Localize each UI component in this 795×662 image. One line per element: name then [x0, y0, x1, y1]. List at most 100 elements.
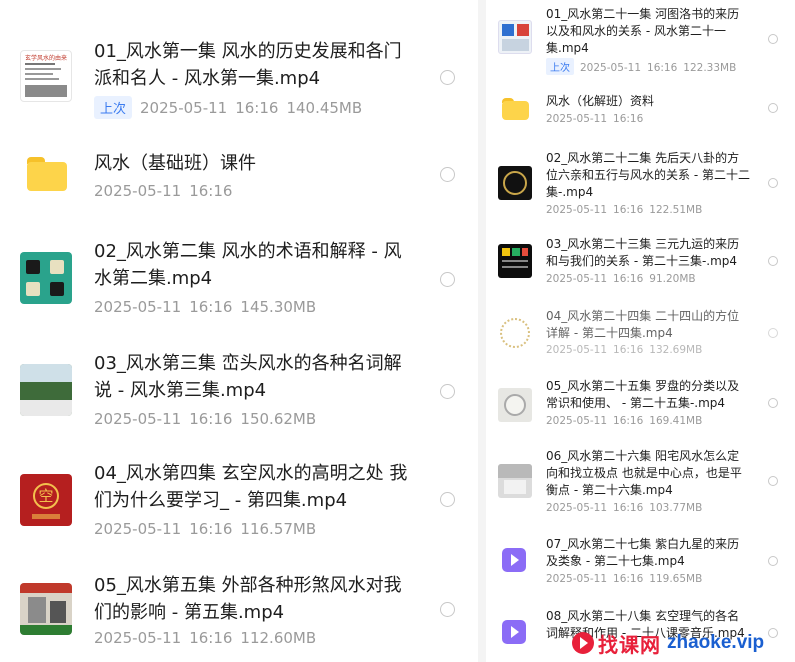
file-size: 103.77MB [649, 502, 703, 514]
file-date: 2025-05-11 [546, 113, 608, 125]
last-watched-badge: 上次 [546, 58, 574, 75]
file-title: 06_风水第二十六集 阳宅风水怎么定向和找立极点 也就是中心点，也是平衡点 - … [546, 449, 742, 497]
file-meta: 2025-05-11 16:16 132.69MB [546, 344, 708, 356]
folder-title: 风水（化解班）资料 [546, 94, 655, 108]
file-time: 16:16 [613, 573, 644, 585]
file-date: 2025-05-11 [546, 273, 608, 285]
file-meta: 上次 2025-05-11 16:16 140.45MB [94, 96, 370, 119]
select-radio[interactable] [440, 384, 455, 399]
file-date: 2025-05-11 [94, 410, 182, 428]
select-radio[interactable] [440, 492, 455, 507]
file-size: 145.30MB [240, 298, 317, 316]
file-meta: 2025-05-11 16:16 112.60MB [94, 629, 324, 647]
file-date: 2025-05-11 [94, 298, 182, 316]
file-title: 03_风水第二十三集 三元九运的来历和与我们的关系 - 第二十三集-.mp4 [546, 237, 740, 268]
file-time: 16:16 [647, 62, 678, 74]
file-time: 16:16 [189, 520, 233, 538]
file-date: 2025-05-11 [94, 520, 182, 538]
folder-title: 风水（基础班）课件 [94, 153, 256, 174]
list-item[interactable]: 03_风水第三集 峦头风水的各种名词解说 - 风水第三集.mp4 2025-05… [0, 342, 478, 462]
select-radio[interactable] [440, 70, 455, 85]
select-radio[interactable] [768, 256, 778, 266]
select-radio[interactable] [768, 628, 778, 638]
file-title: 02_风水第二集 风水的术语和解释 - 风水第二集.mp4 [94, 241, 402, 289]
file-size: 91.20MB [649, 273, 696, 285]
file-title: 01_风水第二十一集 河图洛书的来历以及和风水的关系 - 风水第二十一集.mp4 [546, 7, 740, 55]
thumbnail-caption: 玄学风水的由来 [24, 55, 67, 62]
file-date: 2025-05-11 [546, 502, 608, 514]
file-title: 02_风水第二十二集 先后天八卦的方位六亲和五行与风水的关系 - 第二十二集-.… [546, 151, 750, 199]
file-date: 2025-05-11 [546, 204, 608, 216]
select-radio[interactable] [440, 167, 455, 182]
select-radio[interactable] [768, 556, 778, 566]
file-time: 16:16 [613, 273, 644, 285]
video-thumbnail [498, 244, 532, 278]
file-size: 132.69MB [649, 344, 703, 356]
file-size: 169.41MB [649, 415, 703, 427]
file-meta: 2025-05-11 16:16 [546, 113, 649, 125]
file-meta: 2025-05-11 16:16 122.51MB [546, 204, 708, 216]
list-item[interactable]: 风水（化解班）资料 2025-05-11 16:16 [486, 88, 795, 134]
list-item[interactable]: 04_风水第二十四集 二十四山的方位详解 - 第二十四集.mp4 2025-05… [486, 306, 795, 362]
file-time: 16:16 [613, 344, 644, 356]
file-time: 16:16 [235, 99, 279, 117]
list-item[interactable]: 03_风水第二十三集 三元九运的来历和与我们的关系 - 第二十三集-.mp4 2… [486, 234, 795, 290]
select-radio[interactable] [768, 398, 778, 408]
video-thumbnail: 玄学风水的由来 [20, 50, 72, 102]
right-file-list: 01_风水第二十一集 河图洛书的来历以及和风水的关系 - 风水第二十一集.mp4… [486, 0, 795, 662]
select-radio[interactable] [768, 34, 778, 44]
file-meta: 2025-05-11 16:16 91.20MB [546, 273, 702, 285]
file-time: 16:16 [613, 113, 644, 125]
video-thumbnail [20, 583, 72, 635]
video-thumbnail [498, 20, 532, 54]
left-file-list: 玄学风水的由来 01_风水第一集 风水的历史发展和各门派和名人 - 风水第一集.… [0, 0, 478, 662]
select-radio[interactable] [440, 602, 455, 617]
list-item[interactable]: 空 04_风水第四集 玄空风水的高明之处 我们为什么要学习_ - 第四集.mp4… [0, 454, 478, 574]
list-item[interactable]: 02_风水第二十二集 先后天八卦的方位六亲和五行与风水的关系 - 第二十二集-.… [486, 148, 795, 220]
list-item[interactable]: 02_风水第二集 风水的术语和解释 - 风水第二集.mp4 2025-05-11… [0, 230, 478, 350]
panel-divider [478, 0, 486, 662]
file-title: 05_风水第二十五集 罗盘的分类以及常识和使用、 - 第二十五集-.mp4 [546, 379, 740, 410]
file-title: 03_风水第三集 峦头风水的各种名词解说 - 风水第三集.mp4 [94, 353, 402, 401]
select-radio[interactable] [768, 476, 778, 486]
file-size: 116.57MB [240, 520, 317, 538]
file-date: 2025-05-11 [546, 573, 608, 585]
select-radio[interactable] [768, 328, 778, 338]
watermark-url: zhaoke.vip [667, 632, 765, 653]
file-size: 122.33MB [683, 62, 737, 74]
list-item[interactable]: 05_风水第二十五集 罗盘的分类以及常识和使用、 - 第二十五集-.mp4 20… [486, 376, 795, 432]
file-title: 07_风水第二十七集 紫白九星的来历及类象 - 第二十七集.mp4 [546, 537, 740, 568]
watermark: 找课网 zhaoke.vip [572, 628, 764, 658]
list-item[interactable]: 06_风水第二十六集 阳宅风水怎么定向和找立极点 也就是中心点，也是平衡点 - … [486, 446, 795, 518]
file-size: 112.60MB [240, 629, 317, 647]
list-item[interactable]: 01_风水第二十一集 河图洛书的来历以及和风水的关系 - 风水第二十一集.mp4… [486, 4, 795, 76]
select-radio[interactable] [440, 272, 455, 287]
video-thumbnail [498, 388, 532, 422]
file-time: 16:16 [189, 629, 233, 647]
file-meta: 2025-05-11 16:16 [94, 182, 240, 200]
file-meta: 上次 2025-05-11 16:16 122.33MB [546, 58, 742, 75]
watermark-brand: 找课网 [598, 632, 661, 657]
list-item[interactable]: 05_风水第五集 外部各种形煞风水对我们的影响 - 第五集.mp4 2025-0… [0, 566, 478, 662]
file-title: 05_风水第五集 外部各种形煞风水对我们的影响 - 第五集.mp4 [94, 575, 402, 623]
select-radio[interactable] [768, 103, 778, 113]
select-radio[interactable] [768, 178, 778, 188]
file-title: 04_风水第四集 玄空风水的高明之处 我们为什么要学习_ - 第四集.mp4 [94, 463, 408, 511]
file-size: 119.65MB [649, 573, 703, 585]
file-date: 2025-05-11 [94, 182, 182, 200]
file-meta: 2025-05-11 16:16 116.57MB [94, 520, 324, 538]
video-file-icon [502, 548, 526, 572]
list-item[interactable]: 07_风水第二十七集 紫白九星的来历及类象 - 第二十七集.mp4 2025-0… [486, 532, 795, 588]
video-thumbnail [498, 464, 532, 498]
file-title: 01_风水第一集 风水的历史发展和各门派和名人 - 风水第一集.mp4 [94, 41, 402, 89]
file-meta: 2025-05-11 16:16 169.41MB [546, 415, 708, 427]
video-thumbnail: 空 [20, 474, 72, 526]
file-date: 2025-05-11 [546, 415, 608, 427]
file-meta: 2025-05-11 16:16 150.62MB [94, 410, 324, 428]
folder-icon [27, 157, 67, 191]
video-thumbnail [498, 166, 532, 200]
file-time: 16:16 [189, 298, 233, 316]
file-meta: 2025-05-11 16:16 119.65MB [546, 573, 708, 585]
file-date: 2025-05-11 [140, 99, 228, 117]
list-item[interactable]: 玄学风水的由来 01_风水第一集 风水的历史发展和各门派和名人 - 风水第一集.… [0, 30, 478, 150]
